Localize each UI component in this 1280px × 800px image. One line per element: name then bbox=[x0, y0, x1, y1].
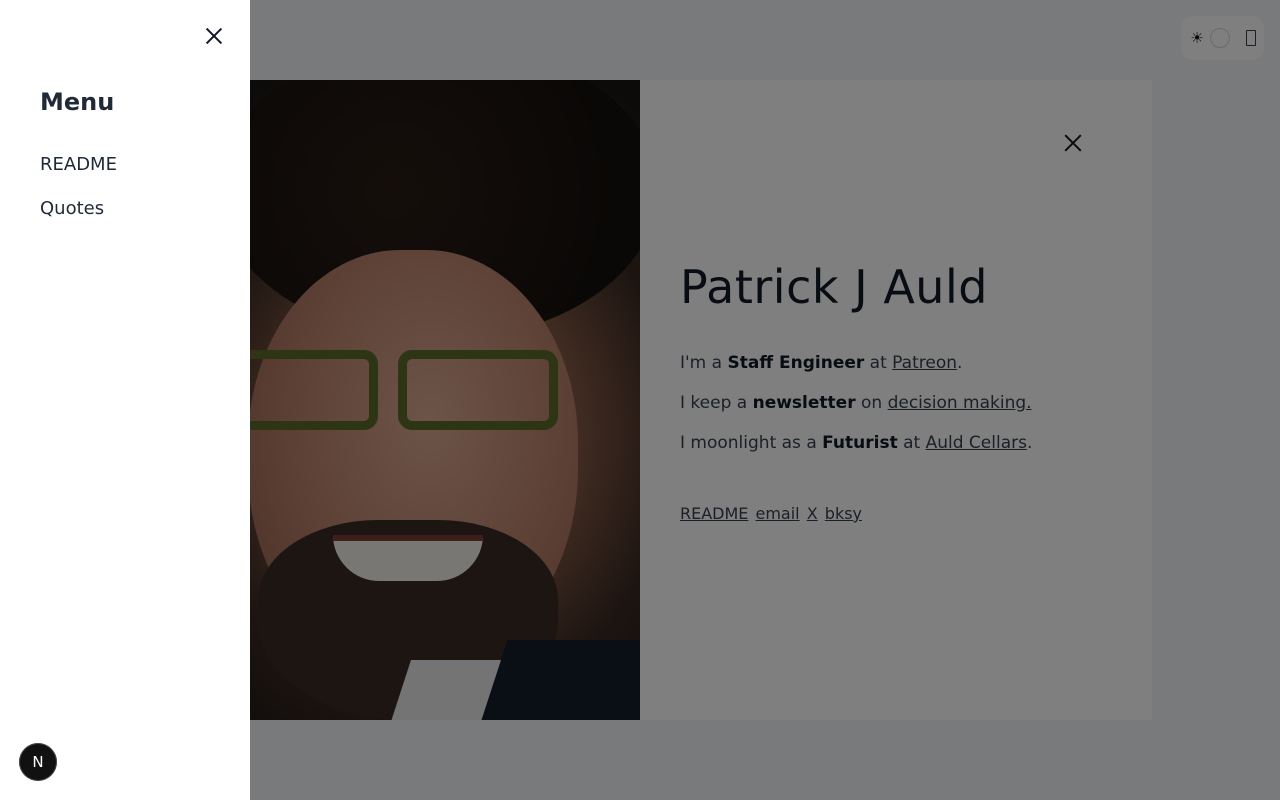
menu-list: README Quotes bbox=[40, 153, 117, 241]
menu-item-quotes[interactable]: Quotes bbox=[40, 197, 117, 221]
menu-title: Menu bbox=[40, 88, 115, 116]
menu-item-label[interactable]: Quotes bbox=[40, 198, 104, 219]
menu-item-readme[interactable]: README bbox=[40, 153, 117, 177]
nextjs-dev-badge[interactable]: N bbox=[19, 743, 57, 781]
close-icon[interactable] bbox=[202, 24, 226, 48]
side-drawer: Menu README Quotes bbox=[0, 0, 250, 800]
menu-item-label[interactable]: README bbox=[40, 154, 117, 175]
